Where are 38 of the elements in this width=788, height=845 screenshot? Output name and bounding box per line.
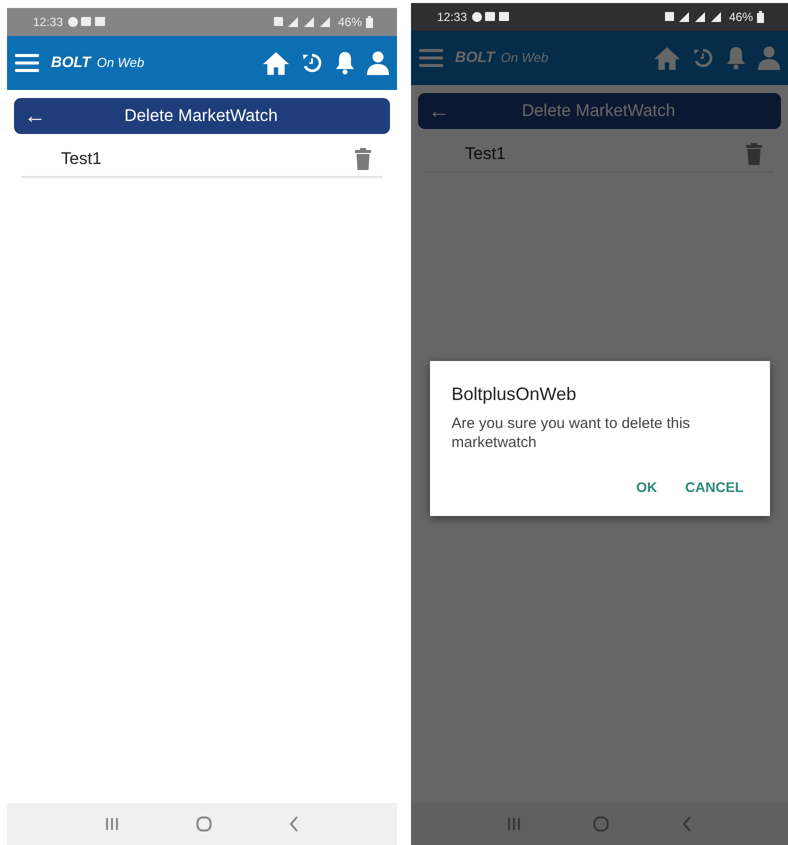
page-title: Delete MarketWatch: [123, 105, 279, 128]
notification-icons: [67, 16, 108, 28]
back-icon[interactable]: [682, 816, 692, 832]
home-icon[interactable]: [263, 51, 289, 75]
page-title: Delete MarketWatch: [520, 100, 676, 122]
bell-icon[interactable]: [335, 51, 355, 75]
history-icon[interactable]: [692, 47, 714, 69]
notification-icons: [471, 11, 512, 23]
battery-level: 46%: [728, 9, 753, 26]
recent-apps-icon[interactable]: [105, 817, 120, 831]
trash-icon[interactable]: [355, 148, 371, 170]
back-button[interactable]: ←: [428, 100, 450, 122]
trash-icon[interactable]: [746, 143, 762, 165]
item-label: Test1: [465, 143, 506, 166]
dialog-button[interactable]: CANCEL: [681, 474, 748, 500]
home-button-icon[interactable]: [196, 816, 212, 832]
user-icon[interactable]: [367, 51, 389, 75]
battery-icon: [757, 11, 764, 23]
bell-icon[interactable]: [726, 46, 746, 70]
dialog-button[interactable]: OK: [632, 474, 662, 500]
status-time: 12:33: [33, 14, 64, 31]
dialog-message: Are you sure you want to delete this marketwatch: [452, 414, 691, 452]
user-icon[interactable]: [758, 46, 780, 70]
home-button-icon[interactable]: [593, 816, 610, 832]
recent-apps-icon[interactable]: [507, 817, 522, 831]
battery-icon: [366, 16, 373, 28]
back-icon[interactable]: [288, 816, 299, 832]
dialog-title: BoltplusOnWeb: [452, 382, 578, 406]
battery-level: 46%: [338, 14, 362, 31]
app-logo: BOLT On Web: [455, 48, 548, 68]
history-icon[interactable]: [301, 52, 323, 74]
menu-icon[interactable]: [15, 53, 39, 73]
status-time: 12:33: [437, 9, 468, 26]
home-icon[interactable]: [654, 46, 680, 70]
item-label: Test1: [61, 148, 102, 170]
menu-icon[interactable]: [419, 48, 443, 68]
app-logo: BOLT On Web: [51, 52, 144, 73]
back-button[interactable]: ←: [24, 105, 46, 127]
